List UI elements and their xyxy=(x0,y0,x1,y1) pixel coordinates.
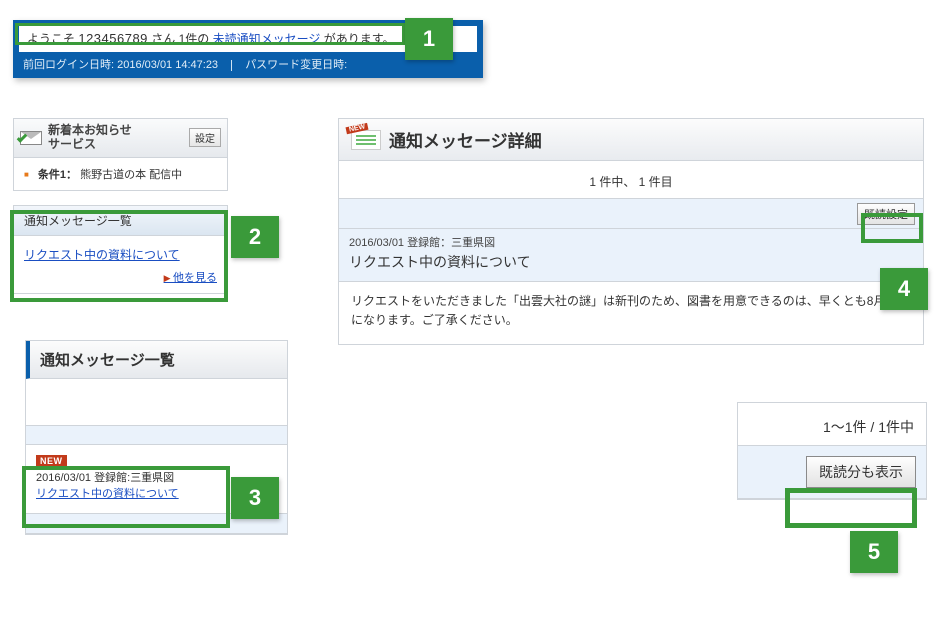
callout-3: 3 xyxy=(231,477,279,519)
bullet-icon xyxy=(24,169,35,181)
greeting-mid: さん 1件の xyxy=(151,32,209,46)
detail-source: 三重県図 xyxy=(451,237,495,249)
prev-login-value: 2016/03/01 14:47:23 xyxy=(117,59,218,71)
new-arrival-title: 新着本お知らせ サービス xyxy=(48,124,189,152)
envelope-check-icon xyxy=(20,131,42,145)
detail-action-bar: 既読設定 xyxy=(339,199,923,229)
list-item-date: 2016/03/01 xyxy=(36,472,91,484)
detail-date: 2016/03/01 xyxy=(349,237,404,249)
condition-text: 熊野古道の本 配信中 xyxy=(80,169,182,181)
message-detail-panel: 通知メッセージ詳細 1 件中、 1 件目 既読設定 2016/03/01 登録館… xyxy=(338,118,924,345)
message-list-title: 通知メッセージ一覧 xyxy=(26,341,287,379)
sidebar: 新着本お知らせ サービス 設定 条件1： 熊野古道の本 配信中 通知メッセージ一… xyxy=(13,118,228,294)
detail-subject: リクエスト中の資料について xyxy=(349,252,913,273)
new-arrival-notice-box: 新着本お知らせ サービス 設定 条件1： 熊野古道の本 配信中 xyxy=(13,118,228,191)
new-arrival-header: 新着本お知らせ サービス 設定 xyxy=(14,119,227,158)
pw-changed-label: パスワード変更日時: xyxy=(245,59,347,71)
new-document-icon xyxy=(351,130,381,150)
new-badge: NEW xyxy=(36,455,67,469)
list-item-subject-link[interactable]: リクエスト中の資料について xyxy=(36,488,179,500)
greeting-suffix: があります。 xyxy=(324,32,395,46)
unread-messages-link[interactable]: 未読通知メッセージ xyxy=(213,32,321,46)
greeting-prefix: ようこそ xyxy=(27,32,78,46)
detail-title: 通知メッセージ詳細 xyxy=(389,127,542,152)
message-list-mini-body: リクエスト中の資料について xyxy=(14,236,227,269)
condition-label: 条件1： xyxy=(38,169,77,181)
pager-action-bar: 既読分も表示 xyxy=(738,446,926,499)
list-spacer xyxy=(26,379,287,425)
callout-1: 1 xyxy=(405,18,453,60)
list-item-source-label: 登録館: xyxy=(94,472,130,484)
pager-range: 1〜1件 / 1件中 xyxy=(738,403,926,446)
user-id: 123456789 xyxy=(78,31,148,46)
detail-subheader: 2016/03/01 登録館：三重県図 リクエスト中の資料について xyxy=(339,229,923,282)
show-read-button[interactable]: 既読分も表示 xyxy=(806,456,916,488)
message-list-mini-more: 他を見る xyxy=(14,269,227,293)
message-list-mini: 通知メッセージ一覧 リクエスト中の資料について 他を見る xyxy=(13,205,228,294)
detail-body: リクエストをいただきました「出雲大社の謎」は新刊のため、図書を用意できるのは、早… xyxy=(339,282,923,344)
callout-2: 2 xyxy=(231,216,279,258)
message-list-mini-link[interactable]: リクエスト中の資料について xyxy=(24,248,180,262)
prev-login-label: 前回ログイン日時: xyxy=(23,59,114,71)
pager-block: 1〜1件 / 1件中 既読分も表示 xyxy=(737,402,927,500)
callout-5: 5 xyxy=(850,531,898,573)
detail-meta: 2016/03/01 登録館：三重県図 xyxy=(349,235,913,252)
list-item-source: 三重県図 xyxy=(130,472,174,484)
separator xyxy=(231,60,232,71)
callout-4: 4 xyxy=(880,268,928,310)
message-list-mini-header: 通知メッセージ一覧 xyxy=(14,206,227,236)
detail-header: 通知メッセージ詳細 xyxy=(339,119,923,161)
list-row-header xyxy=(26,425,287,445)
see-more-link[interactable]: 他を見る xyxy=(164,272,217,284)
detail-count: 1 件中、 1 件目 xyxy=(339,161,923,199)
detail-source-label: 登録館： xyxy=(407,237,451,249)
new-arrival-body: 条件1： 熊野古道の本 配信中 xyxy=(14,158,227,190)
settings-button[interactable]: 設定 xyxy=(189,128,221,147)
mark-read-button[interactable]: 既読設定 xyxy=(857,203,915,225)
